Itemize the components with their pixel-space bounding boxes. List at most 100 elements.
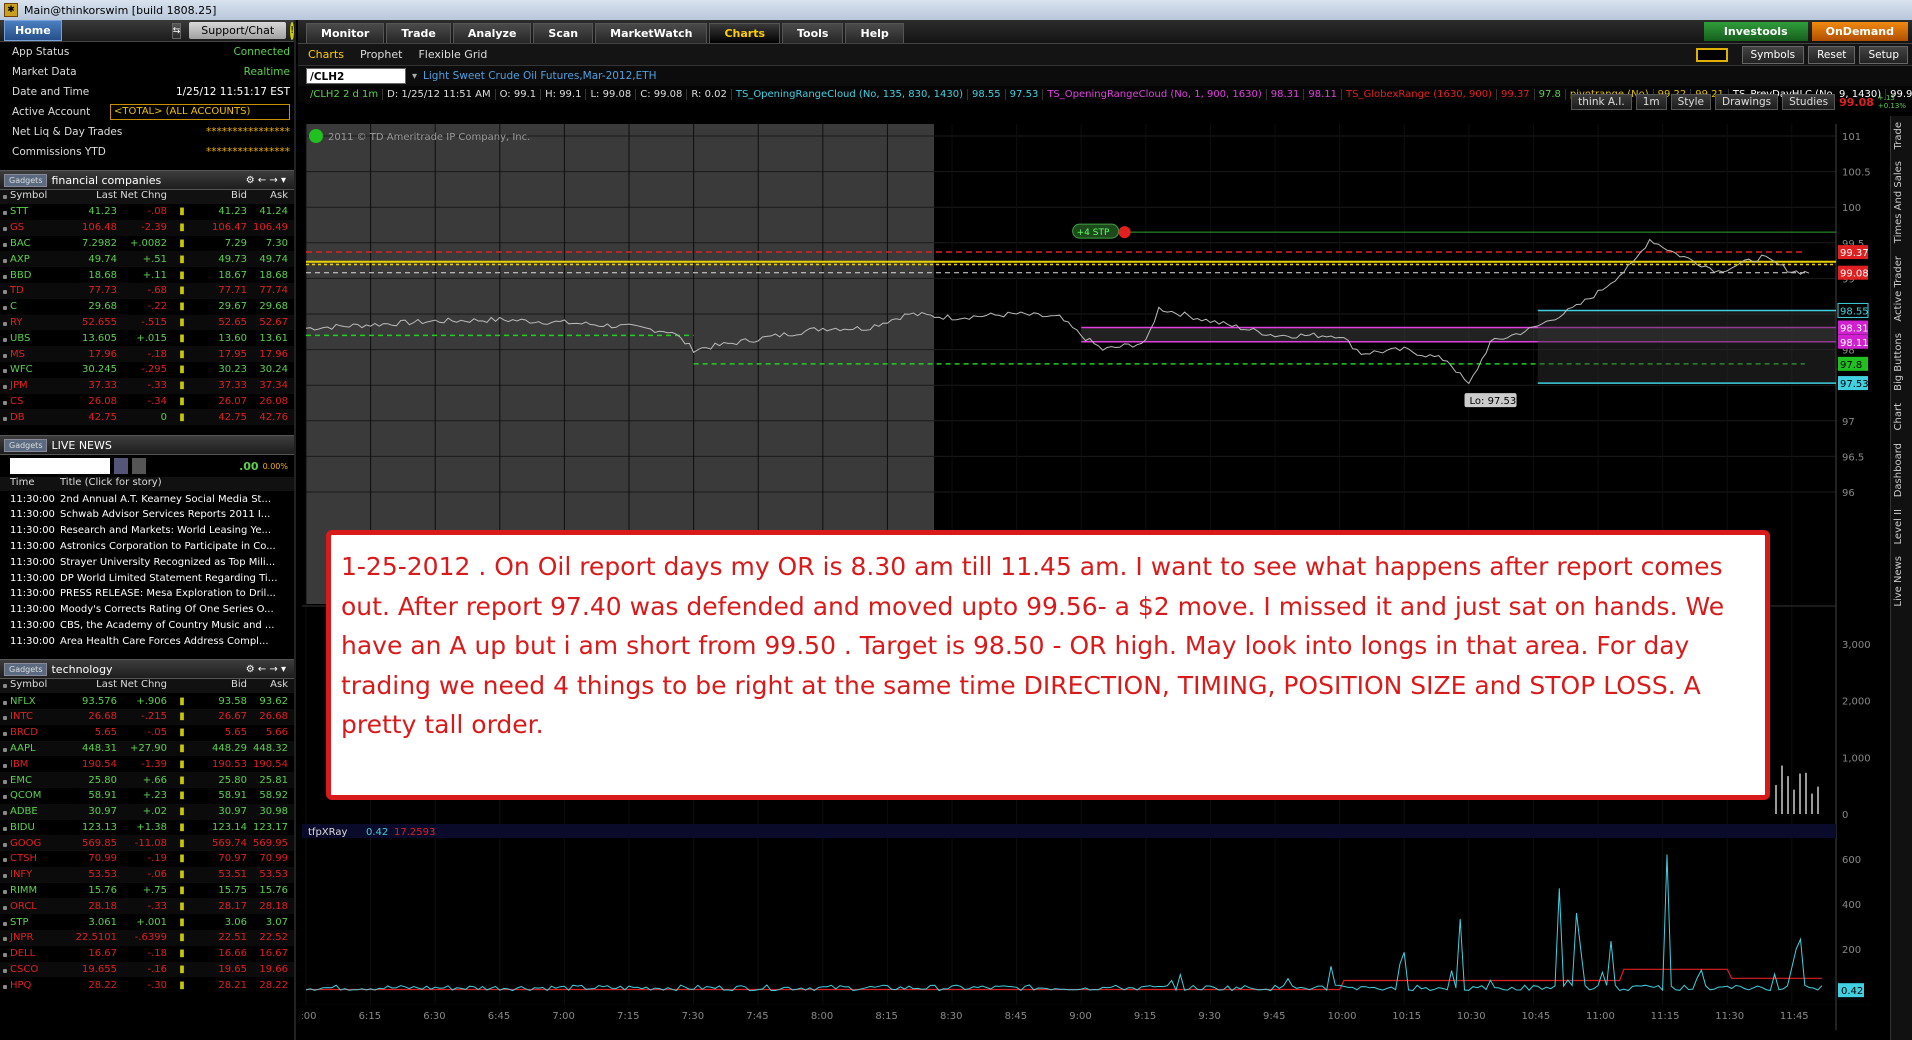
table-row[interactable]: CSCO 19.655 -.16 ▮ 19.65 19.66	[0, 961, 294, 978]
table-row[interactable]: ORCL 28.18 -.33 ▮ 28.17 28.18	[0, 898, 294, 915]
news-search-input[interactable]	[10, 458, 110, 475]
symbol-cell[interactable]: RY	[0, 317, 75, 328]
table-row[interactable]: BBD 18.68 +.11 ▮ 18.67 18.68	[0, 267, 294, 283]
column-header[interactable]: Last	[75, 679, 117, 693]
column-header[interactable]: Symbol	[0, 190, 75, 204]
symbol-cell[interactable]: UBS	[0, 333, 75, 344]
table-row[interactable]: IBM 190.54 -1.39 ▮ 190.53 190.54	[0, 756, 294, 772]
news-headline[interactable]: Astronics Corporation to Participate in …	[60, 541, 278, 552]
list-item[interactable]: 11:30:00 CBS, the Academy of Country Musi…	[0, 618, 294, 634]
list-item[interactable]: 11:30:00 Area Health Care Forces Address …	[0, 633, 294, 649]
table-row[interactable]: AAPL 448.31 +27.90 ▮ 448.29 448.32	[0, 740, 294, 757]
table-row[interactable]: GS 106.48 -2.39 ▮ 106.47 106.49	[0, 219, 294, 236]
table-row[interactable]: WFC 30.245 -.295 ▮ 30.23 30.24	[0, 362, 294, 378]
symbol-cell[interactable]: STT	[0, 206, 75, 217]
tool-symbols[interactable]: Symbols	[1741, 46, 1805, 64]
news-col-title[interactable]: Title (Click for story)	[60, 477, 162, 491]
news-headline[interactable]: Area Health Care Forces Address Compl...	[60, 636, 278, 647]
column-header[interactable]: Ask	[247, 679, 291, 693]
table-row[interactable]: BRCD 5.65 -.05 ▮ 5.65 5.66	[0, 725, 294, 741]
home-tab[interactable]: Home	[4, 20, 62, 41]
tab-scan[interactable]: Scan	[533, 23, 594, 43]
gadget-controls-icon[interactable]: ⚙ ← → ▾	[246, 175, 286, 186]
study-label[interactable]: 98.55	[968, 88, 1006, 100]
symbol-cell[interactable]: ADBE	[0, 806, 75, 817]
chart-tool-1m[interactable]: 1m	[1635, 94, 1667, 110]
column-header[interactable]: Bid	[197, 679, 247, 693]
tab-trade[interactable]: Trade	[386, 23, 451, 43]
table-row[interactable]: HPQ 28.22 -.30 ▮ 28.21 28.22	[0, 977, 294, 993]
subtab-prophet[interactable]: Prophet	[360, 48, 403, 61]
symbol-cell[interactable]: AAPL	[0, 743, 75, 754]
table-row[interactable]: CS 26.08 -.34 ▮ 26.07 26.08	[0, 394, 294, 410]
symbol-cell[interactable]: CS	[0, 396, 75, 407]
table-row[interactable]: ADBE 30.97 +.02 ▮ 30.97 30.98	[0, 803, 294, 820]
list-item[interactable]: 11:30:00 Schwab Advisor Services Reports …	[0, 507, 294, 523]
study-label[interactable]: TS_GlobexRange (1630, 900)	[1342, 88, 1497, 100]
support-chat-button[interactable]: Support/Chat	[189, 22, 287, 39]
symbol-cell[interactable]: DB	[0, 412, 75, 423]
study-label[interactable]: TS_OpeningRangeCloud (No, 1, 900, 1630)	[1043, 88, 1267, 100]
news-filter-icon[interactable]	[132, 458, 146, 475]
study-label[interactable]: 99.37	[1497, 88, 1535, 100]
study-label[interactable]: R: 0.02	[687, 88, 732, 100]
table-row[interactable]: BIDU 123.13 +1.38 ▮ 123.14 123.17	[0, 820, 294, 836]
symbol-cell[interactable]: RIMM	[0, 885, 75, 896]
account-select[interactable]: <TOTAL> (ALL ACCOUNTS)	[110, 104, 290, 120]
list-item[interactable]: 11:30:00 PRESS RELEASE: Mesa Exploration …	[0, 586, 294, 602]
table-row[interactable]: JPM 37.33 -.33 ▮ 37.33 37.34	[0, 377, 294, 394]
column-header[interactable]: Last	[75, 190, 117, 204]
table-row[interactable]: INFY 53.53 -.06 ▮ 53.51 53.53	[0, 866, 294, 883]
study-label[interactable]: 97.8	[1535, 88, 1566, 100]
table-row[interactable]: BAC 7.2982 +.0082 ▮ 7.29 7.30	[0, 236, 294, 252]
symbol-cell[interactable]: JPM	[0, 380, 75, 391]
chart-tool-drawings[interactable]: Drawings	[1715, 94, 1779, 110]
list-item[interactable]: 11:30:00 2nd Annual A.T. Kearney Social M…	[0, 491, 294, 507]
symbol-cell[interactable]: ORCL	[0, 901, 75, 912]
study-label[interactable]: 98.11	[1304, 88, 1343, 100]
list-item[interactable]: 11:30:00 Strayer University Recognized as…	[0, 554, 294, 570]
symbol-cell[interactable]: BRCD	[0, 727, 75, 738]
study-label[interactable]: O: 99.1	[496, 88, 542, 100]
chart-tool-think-a-i-[interactable]: think A.I.	[1571, 94, 1632, 110]
table-row[interactable]: QCOM 58.91 +.23 ▮ 58.91 58.92	[0, 788, 294, 804]
symbol-cell[interactable]: BBD	[0, 270, 75, 281]
news-headline[interactable]: CBS, the Academy of Country Music and ..…	[60, 620, 278, 631]
table-row[interactable]: CTSH 70.99 -.19 ▮ 70.97 70.99	[0, 851, 294, 867]
list-item[interactable]: 11:30:00 Astronics Corporation to Partici…	[0, 539, 294, 555]
column-header[interactable]: Net Chng	[117, 190, 167, 204]
symbol-cell[interactable]: BAC	[0, 238, 75, 249]
study-label[interactable]: 97.53	[1006, 88, 1044, 100]
study-label[interactable]: L: 99.08	[586, 88, 637, 100]
settings-icon[interactable]: ⇆	[171, 22, 182, 39]
tab-tools[interactable]: Tools	[782, 23, 844, 43]
news-headline[interactable]: Moody's Corrects Rating Of One Series O.…	[60, 604, 278, 615]
list-item[interactable]: 11:30:00 Moody's Corrects Rating Of One S…	[0, 602, 294, 618]
tool-reset[interactable]: Reset	[1808, 46, 1856, 64]
table-row[interactable]: DELL 16.67 -.18 ▮ 16.66 16.67	[0, 946, 294, 962]
table-row[interactable]: NFLX 93.576 +.906 ▮ 93.58 93.62	[0, 693, 294, 709]
symbol-cell[interactable]: QCOM	[0, 790, 75, 801]
chart-tool-style[interactable]: Style	[1670, 94, 1711, 110]
symbol-cell[interactable]: CSCO	[0, 964, 75, 975]
symbol-cell[interactable]: GS	[0, 222, 75, 233]
symbol-cell[interactable]: BIDU	[0, 822, 75, 833]
ondemand-tab[interactable]: OnDemand	[1811, 22, 1908, 41]
table-row[interactable]: TD 77.73 -.68 ▮ 77.71 77.74	[0, 282, 294, 299]
news-col-time[interactable]: Time	[0, 477, 60, 491]
symbol-cell[interactable]: CTSH	[0, 853, 75, 864]
gadgets-tag[interactable]: Gadgets	[4, 662, 48, 676]
column-header[interactable]: Bid	[197, 190, 247, 204]
symbol-cell[interactable]: GOOG	[0, 838, 75, 849]
sidebar-times-and-sales[interactable]: Times And Sales	[1891, 155, 1906, 249]
column-header[interactable]: Symbol	[0, 679, 75, 693]
symbol-cell[interactable]: DELL	[0, 948, 75, 959]
sidebar-level-ii[interactable]: Level II	[1891, 503, 1906, 550]
study-label[interactable]: /CLH2 2 d 1m	[306, 88, 384, 100]
symbol-cell[interactable]: INTC	[0, 711, 75, 722]
table-row[interactable]: UBS 13.605 +.015 ▮ 13.60 13.61	[0, 330, 294, 346]
gadgets-tag[interactable]: Gadgets	[4, 438, 48, 452]
sidebar-trade[interactable]: Trade	[1891, 116, 1906, 155]
news-dropdown-icon[interactable]	[114, 458, 128, 475]
table-row[interactable]: GOOG 569.85 -11.08 ▮ 569.74 569.95	[0, 835, 294, 852]
